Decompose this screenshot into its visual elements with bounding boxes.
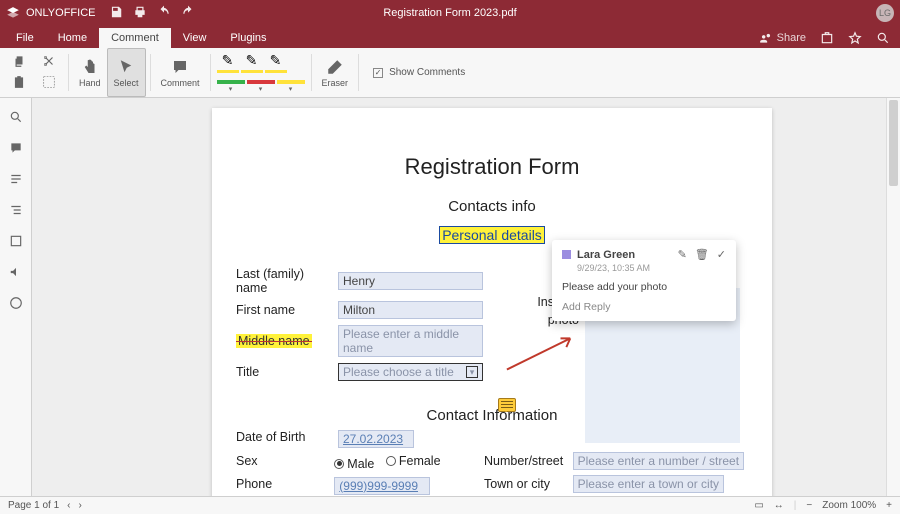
paste-icon[interactable]	[12, 75, 26, 92]
about-icon[interactable]	[9, 296, 23, 313]
radio-female[interactable]: Female	[386, 454, 441, 468]
highlight-yellow-2[interactable]: ✎	[241, 52, 263, 73]
comment-tool[interactable]: Comment	[155, 48, 206, 97]
label-dob: Date of Birth	[236, 430, 338, 448]
add-reply-input[interactable]: Add Reply	[562, 301, 726, 313]
thumbnails-icon[interactable]	[9, 234, 23, 251]
left-panel	[0, 98, 32, 496]
label-title: Title	[236, 365, 338, 379]
field-first-name[interactable]: Milton	[338, 301, 483, 319]
headings-icon[interactable]	[9, 172, 23, 189]
next-page-icon[interactable]: ›	[79, 500, 82, 511]
share-button[interactable]: Share	[759, 31, 806, 45]
print-icon[interactable]	[133, 5, 147, 22]
pdf-page: Registration Form Contacts info Personal…	[212, 108, 772, 496]
fit-width-icon[interactable]: ↔	[774, 500, 784, 511]
label-town: Town or city	[484, 477, 573, 495]
delete-comment-icon[interactable]: 🗑	[695, 248, 709, 261]
comment-popup: Lara Green ✎ 🗑 ✓ 9/29/23, 10:35 AM Pleas…	[552, 240, 736, 321]
document-title: Registration Form 2023.pdf	[383, 7, 516, 19]
open-location-icon[interactable]	[820, 31, 834, 45]
find-icon[interactable]	[9, 110, 23, 127]
field-middle-name[interactable]: Please enter a middle name	[338, 325, 483, 357]
label-last-name: Last (family) name	[236, 267, 338, 295]
feedback-icon[interactable]	[9, 265, 23, 282]
personal-details-heading: Personal details	[439, 226, 545, 244]
vertical-scrollbar[interactable]	[886, 98, 900, 496]
select-tool[interactable]: Select	[107, 48, 146, 97]
tab-view[interactable]: View	[171, 28, 219, 48]
comments-panel-icon[interactable]	[9, 141, 23, 158]
edit-comment-icon[interactable]: ✎	[678, 248, 687, 261]
zoom-in-icon[interactable]: +	[886, 500, 892, 511]
field-last-name[interactable]: Henry	[338, 272, 483, 290]
quick-access	[109, 5, 195, 22]
zoom-out-icon[interactable]: −	[806, 500, 812, 511]
search-icon[interactable]	[876, 31, 890, 45]
field-phone[interactable]: (999)999-9999	[334, 477, 430, 495]
tab-plugins[interactable]: Plugins	[218, 28, 278, 48]
resolve-comment-icon[interactable]: ✓	[717, 248, 726, 261]
tab-home[interactable]: Home	[46, 28, 99, 48]
chevron-down-icon: ▾	[466, 366, 478, 378]
eraser-tool[interactable]: Eraser	[316, 48, 355, 97]
ribbon: Hand Select Comment ✎ ✎ ✎ ▾ ▾ ▾ Eraser ✓…	[0, 48, 900, 98]
favorite-icon[interactable]	[848, 31, 862, 45]
underline-yellow[interactable]: ▾	[277, 79, 305, 93]
app-logo: ONLYOFFICE	[6, 6, 95, 20]
workspace: Registration Form Contacts info Personal…	[0, 98, 900, 496]
label-sex: Sex	[236, 454, 334, 471]
page-indicator: Page 1 of 1	[8, 500, 59, 511]
comment-author: Lara Green	[577, 249, 635, 261]
highlight-yellow-1[interactable]: ✎	[217, 52, 239, 73]
zoom-level[interactable]: Zoom 100%	[822, 500, 876, 511]
comment-marker-icon[interactable]	[498, 398, 516, 412]
status-bar: Page 1 of 1 ‹ › ▭ ↔ | − Zoom 100% +	[0, 496, 900, 514]
field-dob[interactable]: 27.02.2023	[338, 430, 414, 448]
outline-icon[interactable]	[9, 203, 23, 220]
app-name: ONLYOFFICE	[26, 7, 95, 19]
field-title-dropdown[interactable]: Please choose a title▾	[338, 363, 483, 381]
label-first-name: First name	[236, 303, 338, 317]
user-avatar[interactable]: LG	[876, 4, 894, 22]
copy-icon[interactable]	[12, 54, 26, 71]
form-title: Registration Form	[236, 154, 748, 180]
underline-red[interactable]: ▾	[247, 79, 275, 93]
label-middle-name: Middle name	[236, 334, 312, 348]
redo-icon[interactable]	[181, 5, 195, 22]
field-town[interactable]: Please enter a town or city	[573, 475, 724, 493]
radio-male[interactable]: Male	[334, 457, 374, 471]
save-icon[interactable]	[109, 5, 123, 22]
prev-page-icon[interactable]: ‹	[67, 500, 70, 511]
label-number-street: Number/street	[484, 454, 573, 471]
highlight-yellow-3[interactable]: ✎	[265, 52, 287, 73]
title-bar: ONLYOFFICE Registration Form 2023.pdf LG	[0, 0, 900, 26]
field-number-street[interactable]: Please enter a number / street	[573, 452, 744, 470]
comment-timestamp: 9/29/23, 10:35 AM	[577, 263, 726, 273]
tab-file[interactable]: File	[4, 28, 46, 48]
label-phone: Phone	[236, 477, 334, 495]
comment-body: Please add your photo	[562, 281, 726, 293]
undo-icon[interactable]	[157, 5, 171, 22]
hand-tool[interactable]: Hand	[73, 48, 107, 97]
tab-comment[interactable]: Comment	[99, 28, 171, 48]
author-color-icon	[562, 250, 571, 259]
form-subtitle: Contacts info	[236, 198, 748, 215]
show-comments-checkbox[interactable]: ✓Show Comments	[363, 48, 465, 97]
select-all-icon[interactable]	[42, 75, 56, 92]
cut-icon[interactable]	[42, 54, 56, 71]
document-canvas[interactable]: Registration Form Contacts info Personal…	[32, 98, 886, 496]
fit-page-icon[interactable]: ▭	[754, 500, 763, 511]
menu-bar: File Home Comment View Plugins Share	[0, 26, 900, 48]
underline-green[interactable]: ▾	[217, 79, 245, 93]
contact-info-heading: Contact Information	[236, 407, 748, 424]
